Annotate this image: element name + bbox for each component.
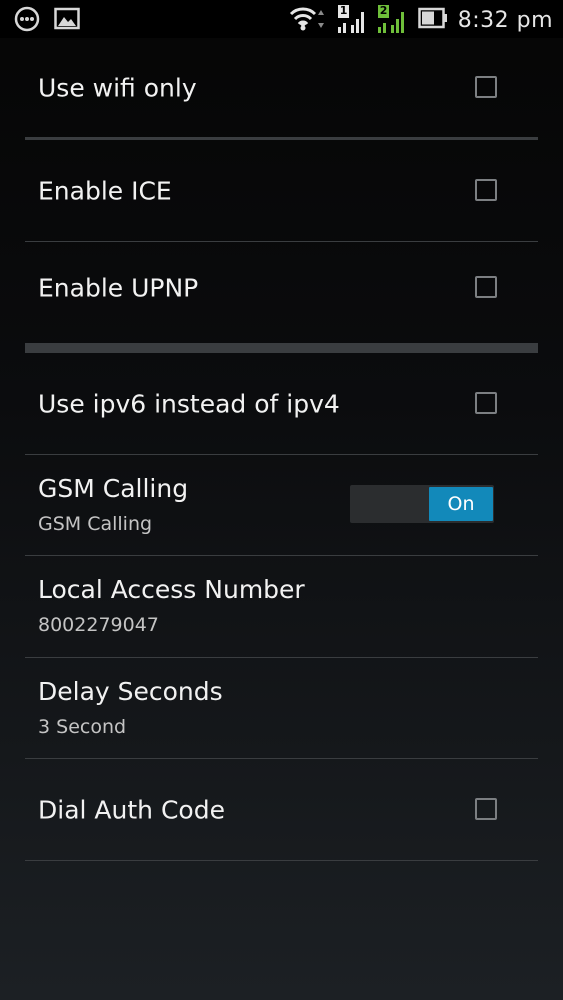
setting-enable-ice[interactable]: Enable ICE	[25, 140, 538, 242]
notification-icons	[14, 6, 80, 36]
settings-list: Use wifi only Enable ICE Enable UPNP Use…	[25, 38, 538, 861]
toggle-on-knob: On	[429, 487, 493, 521]
setting-enable-upnp[interactable]: Enable UPNP	[25, 242, 538, 353]
setting-title: GSM Calling	[38, 474, 189, 503]
sim2-signal-icon: 2	[377, 4, 408, 35]
chat-icon	[14, 6, 40, 36]
clock: 8:32 pm	[457, 7, 553, 33]
system-icons: 1 2 8:32 pm	[288, 4, 553, 36]
setting-summary: GSM Calling	[38, 513, 153, 535]
enable-upnp-checkbox[interactable]	[475, 276, 497, 298]
setting-dial-auth-code[interactable]: Dial Auth Code	[25, 759, 538, 861]
image-icon	[54, 7, 80, 35]
setting-title: Enable UPNP	[38, 273, 199, 303]
setting-local-access-number[interactable]: Local Access Number 8002279047	[25, 556, 538, 658]
setting-title: Delay Seconds	[38, 677, 223, 706]
setting-use-ipv6[interactable]: Use ipv6 instead of ipv4	[25, 353, 538, 455]
use-ipv6-checkbox[interactable]	[475, 391, 497, 414]
setting-delay-seconds[interactable]: Delay Seconds 3 Second	[25, 658, 538, 759]
battery-icon	[417, 7, 448, 33]
setting-title: Use ipv6 instead of ipv4	[38, 389, 340, 418]
sim2-label: 2	[379, 4, 388, 17]
setting-summary: 3 Second	[38, 716, 127, 738]
setting-title: Enable ICE	[38, 176, 172, 205]
setting-summary: 8002279047	[38, 614, 159, 636]
sim1-label: 1	[339, 4, 348, 17]
dial-auth-code-checkbox[interactable]	[475, 797, 497, 820]
setting-title: Local Access Number	[38, 575, 305, 604]
wifi-icon	[288, 4, 328, 36]
setting-title: Use wifi only	[38, 73, 197, 102]
gsm-calling-toggle[interactable]: On	[350, 485, 494, 523]
sim1-signal-icon: 1	[337, 4, 368, 35]
setting-gsm-calling[interactable]: GSM Calling GSM Calling On	[25, 455, 538, 556]
use-wifi-only-checkbox[interactable]	[475, 75, 497, 98]
setting-use-wifi-only[interactable]: Use wifi only	[25, 38, 538, 140]
enable-ice-checkbox[interactable]	[475, 178, 497, 201]
setting-title: Dial Auth Code	[38, 795, 225, 824]
status-bar: 1 2 8:32 pm	[0, 0, 563, 38]
